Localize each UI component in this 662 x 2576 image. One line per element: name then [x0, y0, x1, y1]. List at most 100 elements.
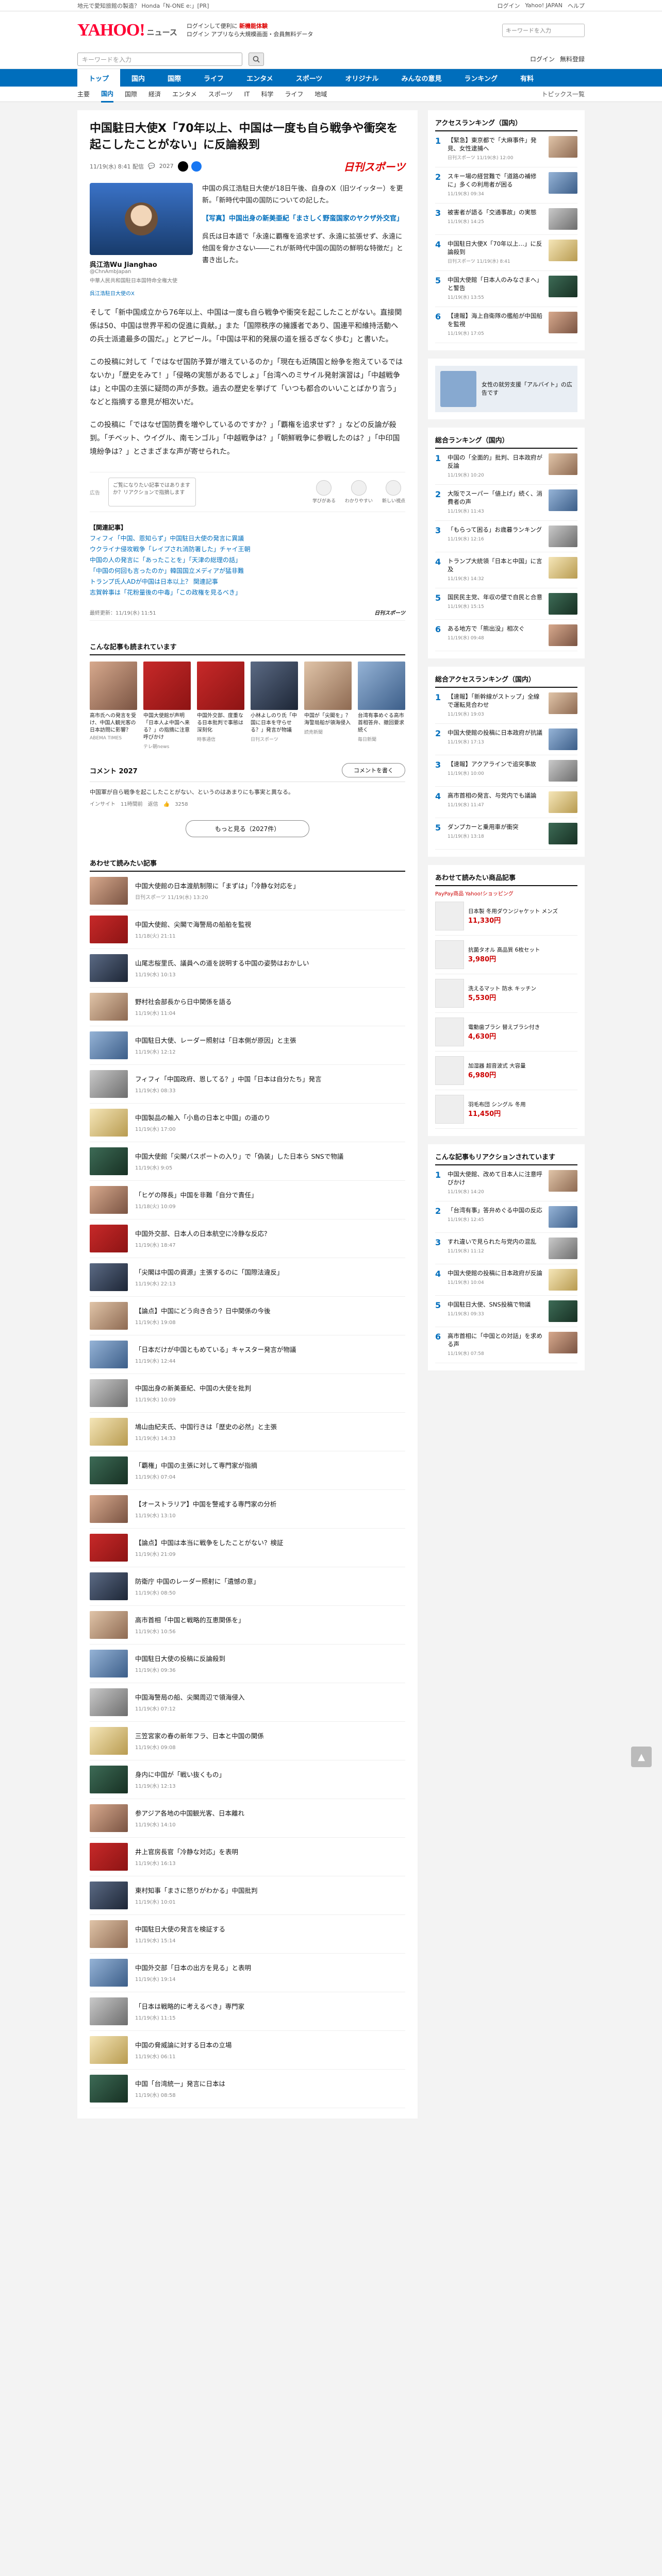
ambassador-avatar[interactable] — [90, 183, 193, 255]
subcat-world[interactable]: 国際 — [125, 90, 137, 98]
react-learn[interactable]: 学びがある — [312, 480, 336, 504]
subcat-science[interactable]: 科学 — [261, 90, 273, 98]
recommend-item[interactable]: 参アジア各地の中国観光客、日本離れ 11/19(水) 14:10 — [90, 1799, 405, 1838]
back-to-top-button[interactable]: ▲ — [631, 1747, 652, 1767]
related-link[interactable]: トランプ氏人ADが中国は日本以上？ 関連記事 — [90, 577, 405, 587]
search-button[interactable] — [249, 52, 264, 66]
side-ad-block[interactable]: 女性の就労支援「アルバイト」の広告です — [435, 366, 577, 412]
top-yahoo-link[interactable]: Yahoo! JAPAN — [525, 2, 562, 9]
image-caption[interactable]: 呉江浩駐日大使のX — [90, 289, 193, 297]
facebook-share-icon[interactable] — [191, 161, 202, 172]
ranking-item[interactable]: 2 中国大使館の投稿に日本政府が抗議 11/19(水) 17:13 — [435, 724, 577, 755]
header-search[interactable]: キーワードを入力 — [502, 24, 585, 37]
recommend-item[interactable]: フィフィ「中国政府、恩してる？」中国「日本は自分たち」発言 11/19(水) 08… — [90, 1065, 405, 1104]
recommend-item[interactable]: 中国海警局の船、尖閣周辺で領海侵入 11/19(水) 07:12 — [90, 1683, 405, 1722]
shop-item[interactable]: 抗菌タオル 高品質 6枚セット 3,980円 — [435, 936, 577, 974]
recommend-item[interactable]: 中国「台湾統一」発言に日本は 11/19(水) 08:58 — [90, 2070, 405, 2108]
recommend-item[interactable]: 「ヒゲの隊長」中国を非難「自分で責任」 11/18(火) 10:09 — [90, 1181, 405, 1219]
subcat-main[interactable]: 主要 — [77, 90, 90, 98]
source-logo[interactable]: 日刊スポーツ — [343, 159, 405, 174]
cat-world[interactable]: 国際 — [156, 69, 192, 87]
search-input[interactable]: キーワードを入力 — [77, 52, 242, 66]
related-link[interactable]: ウクライナ侵攻戦争「レイプされ消防署した」チャイ王朝 — [90, 544, 405, 555]
cat-original[interactable]: オリジナル — [334, 69, 390, 87]
react-clear[interactable]: わかりやすい — [345, 480, 373, 504]
recommend-item[interactable]: 中国出身の新美亜紀、中国の大使を批判 11/19(水) 10:09 — [90, 1374, 405, 1413]
comment-user[interactable]: インサイト — [90, 800, 115, 810]
ranking-item[interactable]: 6 ある地方で「熊出没」相次ぐ 11/19(水) 09:48 — [435, 620, 577, 651]
also-read-card[interactable]: 高市氏への発言を受け、中国人観光客の日本訪問に影響？ ABEMA TIMES — [90, 662, 137, 750]
also-read-card[interactable]: 中国が「尖閣を」？海警局船が領海侵入 読売新聞 — [304, 662, 352, 750]
cat-top[interactable]: トップ — [77, 69, 121, 87]
also-read-card[interactable]: 中国外交部、度重なる日本批判で事態は深刻化 時事通信 — [197, 662, 244, 750]
cat-opinion[interactable]: みんなの意見 — [390, 69, 453, 87]
recommend-item[interactable]: 【オーストラリア】中国を警戒する専門家の分析 11/19(水) 13:10 — [90, 1490, 405, 1529]
subcat-economy[interactable]: 経済 — [148, 90, 161, 98]
react-new[interactable]: 新しい視点 — [382, 480, 405, 504]
related-link[interactable]: 「中国の何回も言ったのか」韓国国立メディアが猛非難 — [90, 566, 405, 577]
subcat-domestic[interactable]: 国内 — [101, 86, 114, 103]
write-comment-button[interactable]: コメントを書く — [342, 763, 405, 777]
ranking-item[interactable]: 5 中国大使館「日本人のみなさまへ」と警告 11/19(水) 13:55 — [435, 271, 577, 307]
recommend-item[interactable]: 「日本は戦略的に考えるべき」専門家 11/19(水) 11:15 — [90, 1992, 405, 2031]
related-link[interactable]: 中国の人の発言に「あったことを」「天津の総理の話」 — [90, 555, 405, 566]
recommend-item[interactable]: 防衛庁 中国のレーダー照射に「遺憾の意」 11/19(水) 08:50 — [90, 1567, 405, 1606]
ranking-item[interactable]: 3 すれ違いで見られた与党内の混乱 11/19(水) 11:12 — [435, 1233, 577, 1264]
shop-item[interactable]: 洗えるマット 防水 キッチン 5,530円 — [435, 974, 577, 1013]
ranking-item[interactable]: 4 中国大使館の投稿に日本政府が反論 11/19(水) 10:04 — [435, 1264, 577, 1296]
recommend-item[interactable]: 【論点】中国は本当に戦争をしたことがない？検証 11/19(水) 21:09 — [90, 1529, 405, 1567]
subcat-it[interactable]: IT — [244, 91, 250, 98]
cat-sports[interactable]: スポーツ — [285, 69, 334, 87]
cat-ranking[interactable]: ランキング — [453, 69, 509, 87]
recommend-item[interactable]: 【論点】中国にどう向き合う？日中関係の今後 11/19(水) 19:08 — [90, 1297, 405, 1335]
related-link[interactable]: 志賀幹事は「花粉量後の中毒」「この政権を見るべき」 — [90, 587, 405, 598]
recommend-item[interactable]: 中国駐日大使の投稿に反論殺到 11/19(水) 09:36 — [90, 1645, 405, 1683]
ranking-item[interactable]: 4 中国駐日大使X「70年以上…」に反論殺到 日刊スポーツ 11/19(水) 8:4… — [435, 235, 577, 271]
x-share-icon[interactable] — [177, 161, 188, 172]
recommend-item[interactable]: 高市首相「中国と戦略的互恵関係を」 11/19(水) 10:56 — [90, 1606, 405, 1645]
related-link[interactable]: フィフィ「中国、恩知らず」中国駐日大使の発言に異議 — [90, 533, 405, 544]
ranking-item[interactable]: 5 中国駐日大使、SNS投稿で物議 11/19(水) 09:33 — [435, 1296, 577, 1327]
shop-item[interactable]: 羽毛布団 シングル 冬用 11,450円 — [435, 1090, 577, 1129]
cat-paid[interactable]: 有料 — [509, 69, 545, 87]
ranking-item[interactable]: 1 中国大使館、改めて日本人に注意呼びかけ 11/19(水) 14:20 — [435, 1165, 577, 1201]
subcat-entame[interactable]: エンタメ — [172, 90, 197, 98]
ranking-item[interactable]: 2 「台湾有事」答弁めぐる中国の反応 11/19(水) 12:45 — [435, 1201, 577, 1233]
subcat-life[interactable]: ライフ — [285, 90, 303, 98]
recommend-item[interactable]: 鳩山由紀夫氏、中国行きは「歴史の必然」と主張 11/19(水) 14:33 — [90, 1413, 405, 1451]
recommend-item[interactable]: 身内に中国が「戦い抜くもの」 11/19(水) 12:13 — [90, 1760, 405, 1799]
shop-item[interactable]: 日本製 冬用ダウンジャケット メンズ 11,330円 — [435, 897, 577, 936]
recommend-item[interactable]: 中国大使館、尖閣で海警局の船舶を監視 11/18(火) 21:11 — [90, 910, 405, 949]
recommend-item[interactable]: 山尾志桜里氏、議員への道を説明する中国の姿勢はおかしい 11/19(水) 10:1… — [90, 949, 405, 988]
ranking-item[interactable]: 2 スキー場の経営難で「道路の補修に」多くの利用者が困る 11/19(水) 09:3… — [435, 167, 577, 204]
ranking-item[interactable]: 6 高市首相に「中国との対話」を求める声 11/19(水) 07:58 — [435, 1327, 577, 1363]
source-name[interactable]: 日刊スポーツ — [374, 608, 405, 616]
ranking-item[interactable]: 4 トランプ大統領「日本と中国」に言及 11/19(水) 14:32 — [435, 552, 577, 588]
top-login-link[interactable]: ログイン — [497, 2, 520, 10]
also-read-card[interactable]: 小林よしのり氏「中国に日本を守らせる？」発言が物議 日刊スポーツ — [251, 662, 298, 750]
recommend-item[interactable]: 中国駐日大使の発言を検証する 11/19(水) 15:14 — [90, 1915, 405, 1954]
top-help-link[interactable]: ヘルプ — [568, 2, 585, 10]
article-comment-count[interactable]: 2027 — [159, 163, 174, 170]
topics-list-link[interactable]: トピックス一覧 — [541, 90, 585, 98]
recommend-item[interactable]: 中国製品の輸入「小島の日本と中国」の道のり 11/19(水) 17:00 — [90, 1104, 405, 1142]
recommend-item[interactable]: 「覇権」中国の主張に対して専門家が指摘 11/19(水) 07:04 — [90, 1451, 405, 1490]
recommend-item[interactable]: 三笠宮家の春の新年フラ、日本と中国の関係 11/19(水) 09:08 — [90, 1722, 405, 1760]
ranking-item[interactable]: 6 【速報】海上自衛隊の艦船が中国船を監視 11/19(水) 17:05 — [435, 307, 577, 343]
yahoo-news-logo[interactable]: YAHOO! ニュース — [77, 21, 177, 40]
ranking-item[interactable]: 5 国民民主党、年収の壁で自民と合意 11/19(水) 15:15 — [435, 588, 577, 620]
shop-item[interactable]: 加湿器 超音波式 大容量 6,980円 — [435, 1052, 577, 1090]
subcat-sports[interactable]: スポーツ — [208, 90, 233, 98]
ranking-item[interactable]: 1 【速報】「新幹線がストップ」全線で運転見合わせ 11/19(水) 19:03 — [435, 688, 577, 724]
recommend-item[interactable]: 井上官房長官「冷静な対応」を表明 11/19(水) 16:13 — [90, 1838, 405, 1876]
ranking-item[interactable]: 5 ダンプカーと乗用車が衝突 11/19(水) 13:18 — [435, 818, 577, 850]
cat-entame[interactable]: エンタメ — [235, 69, 285, 87]
recommend-item[interactable]: 東村知事「まさに怒りがわかる」中国批判 11/19(水) 10:01 — [90, 1876, 405, 1915]
ranking-item[interactable]: 4 高市首相の発言、与党内でも議論 11/19(水) 11:47 — [435, 787, 577, 818]
register-link[interactable]: 無料登録 — [560, 55, 585, 63]
header-notice-sub[interactable]: ログイン アプリなら大規模画面・会員無料データ — [187, 30, 313, 39]
top-promo-link[interactable]: 地元で愛知旅館の製造？ Honda「N-ONE e:」[PR] — [77, 2, 209, 10]
shop-item[interactable]: 電動歯ブラシ 替えブラシ付き 4,630円 — [435, 1013, 577, 1052]
header-notice-emphasis[interactable]: 新機能体験 — [239, 23, 268, 29]
ranking-item[interactable]: 3 「もらって困る」お歳暮ランキング 11/19(水) 12:16 — [435, 521, 577, 552]
